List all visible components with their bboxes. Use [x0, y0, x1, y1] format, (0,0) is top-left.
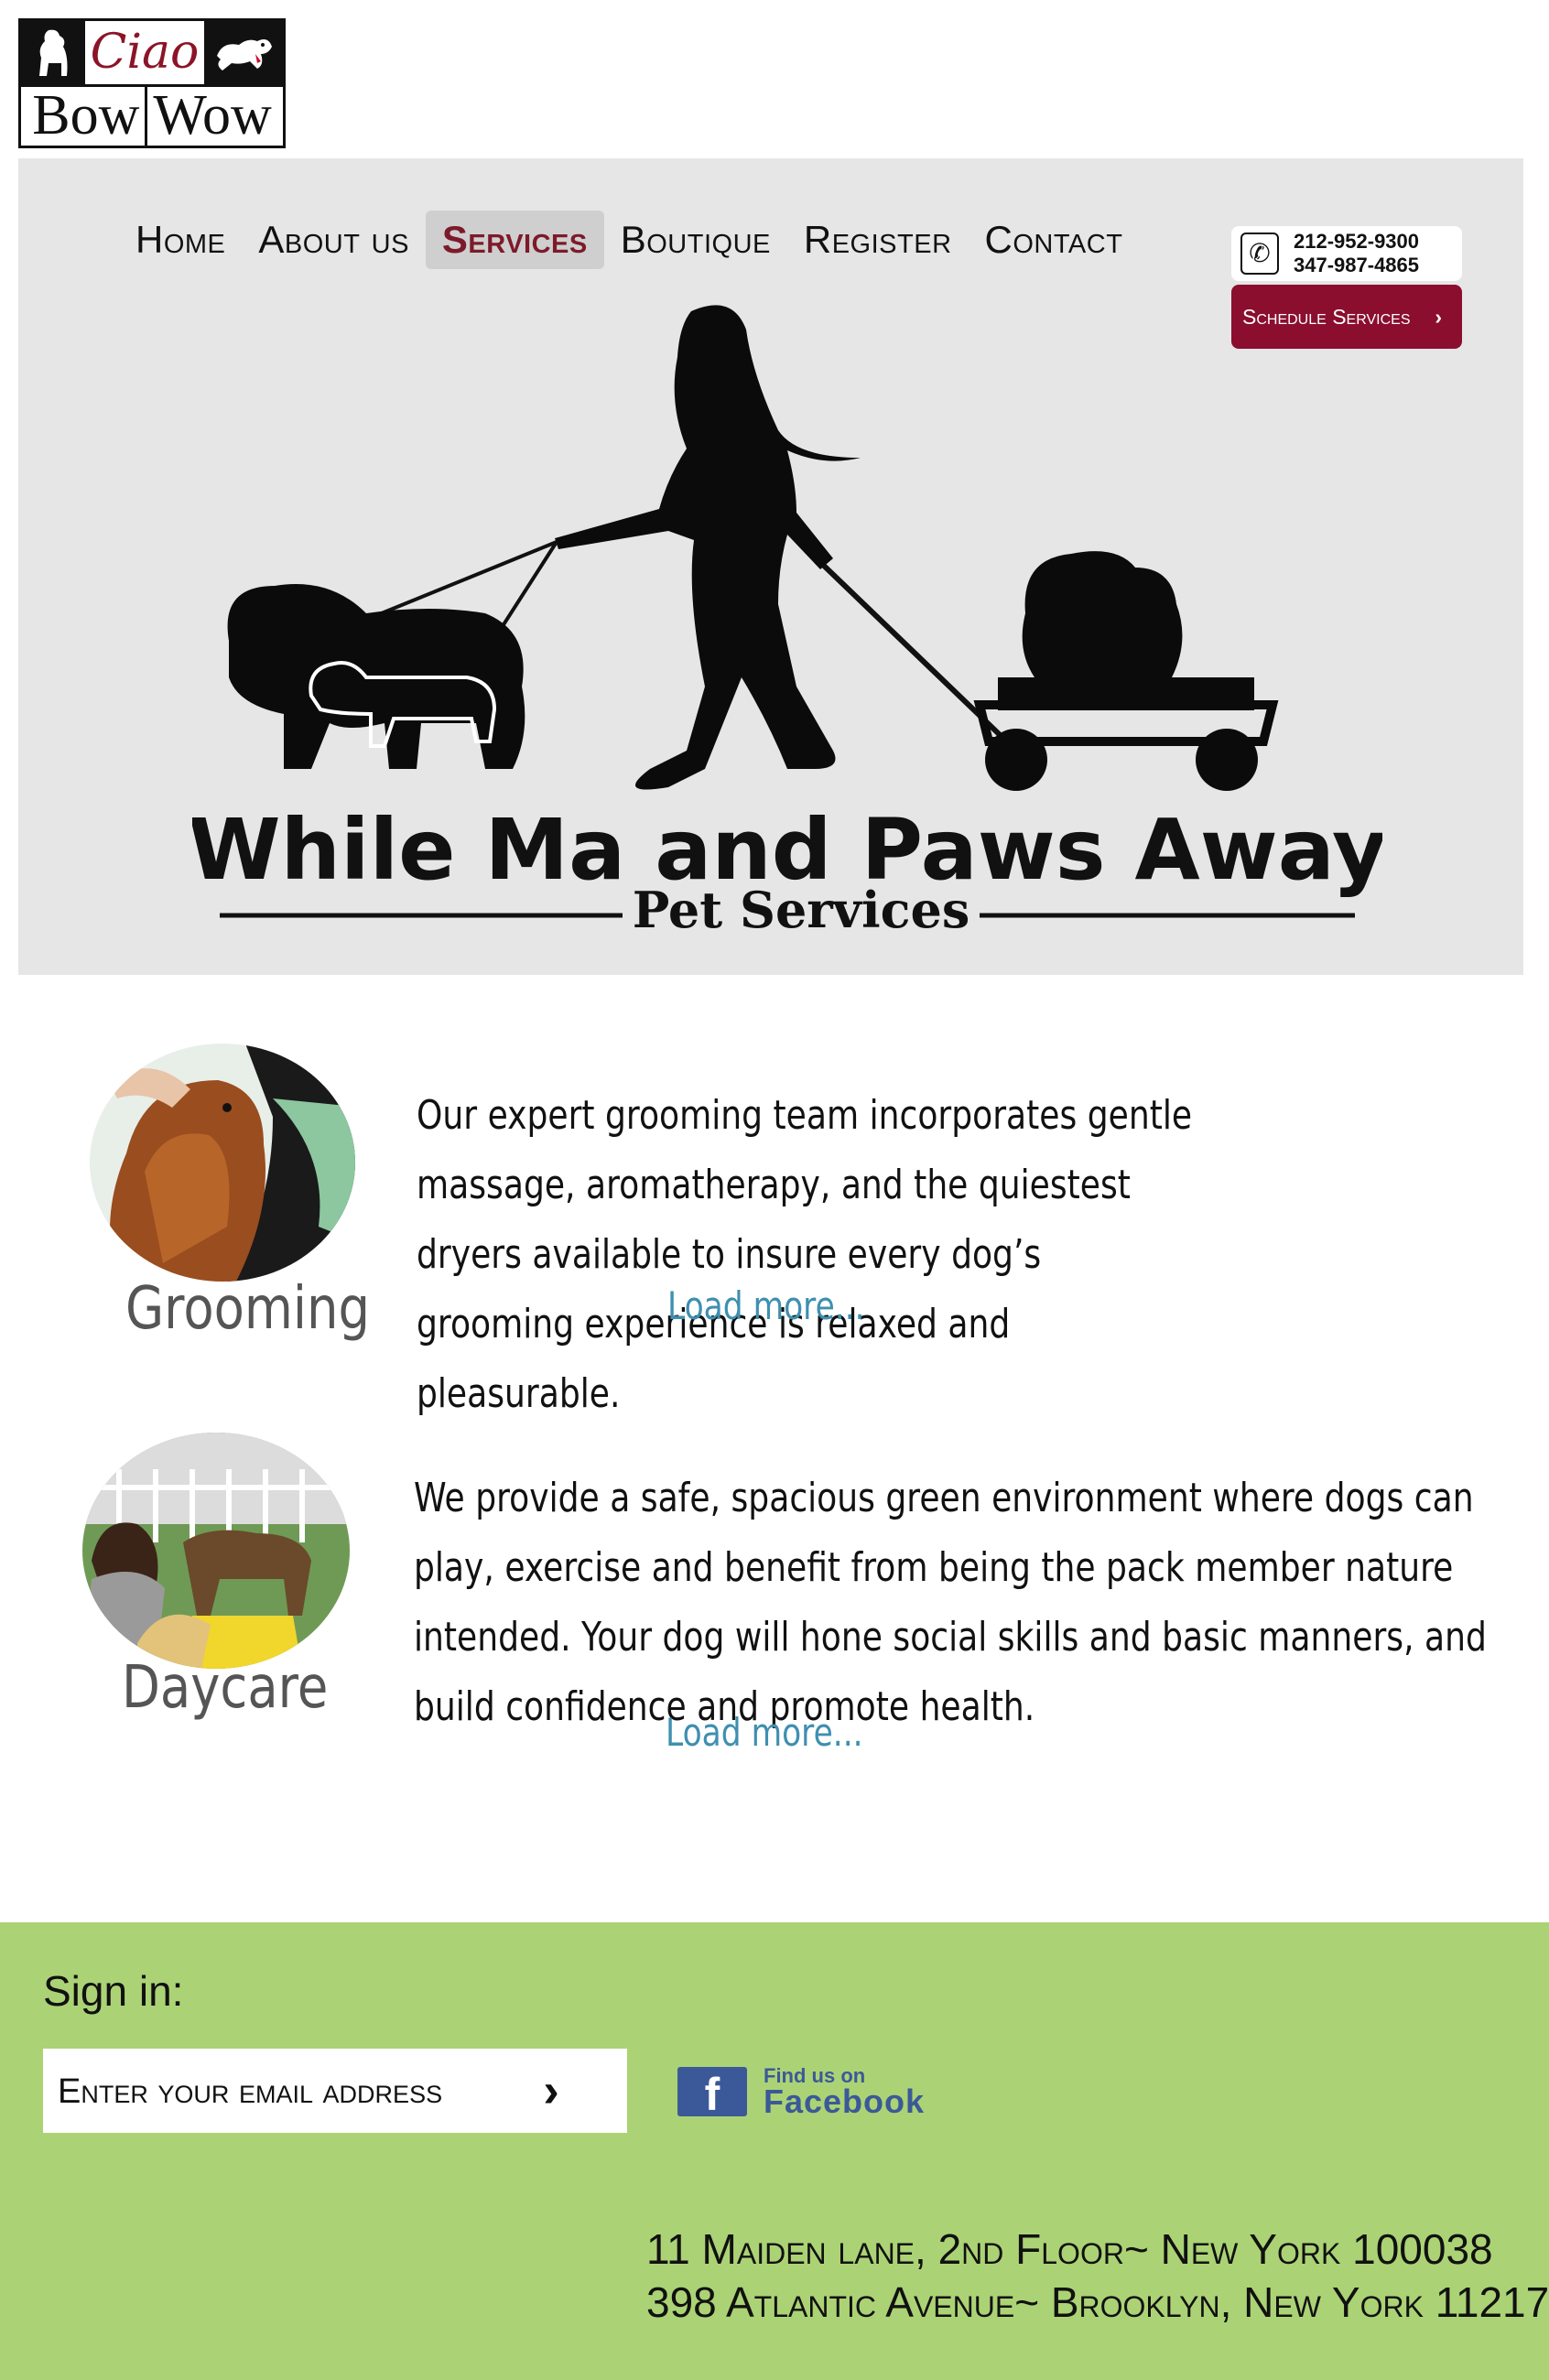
dog-walker-illustration: While Ma and Paws Away Pet Services: [192, 305, 1382, 939]
nav-boutique[interactable]: Boutique: [604, 211, 787, 269]
chevron-right-icon: ›: [1435, 305, 1442, 329]
logo-bow-wow: Bow Wow: [32, 84, 272, 146]
facebook-icon: f: [677, 2067, 747, 2116]
nav-about-us[interactable]: About us: [242, 211, 426, 269]
dog-silhouette-icon: [21, 21, 85, 84]
daycare-load-more-link[interactable]: Load more...: [666, 1710, 863, 1755]
phone-number-2[interactable]: 347-987-4865: [1294, 254, 1419, 277]
daycare-title: Daycare: [122, 1654, 329, 1722]
site-logo[interactable]: Ciao Bow Wow: [18, 18, 286, 148]
nav-services[interactable]: Services: [425, 211, 604, 269]
grooming-description: Our expert grooming team incorporates ge…: [417, 1092, 1193, 1417]
phone-icon: ✆: [1240, 233, 1279, 275]
sign-in-label: Sign in:: [43, 1967, 184, 2015]
daycare-description: We provide a safe, spacious green enviro…: [414, 1475, 1487, 1730]
address-brooklyn: 398 Atlantic Avenue~ Brooklyn, New York …: [646, 2278, 1549, 2326]
dog-running-icon: [204, 21, 283, 84]
hero-subtitle: Pet Services: [633, 881, 970, 939]
address-manhattan: 11 Maiden lane, 2nd Floor~ New York 1000…: [646, 2225, 1493, 2273]
nav-home[interactable]: Home: [119, 211, 242, 269]
email-input[interactable]: [56, 2049, 536, 2135]
facebook-link[interactable]: f Find us on Facebook: [677, 2064, 925, 2119]
logo-ciao: Ciao: [90, 25, 200, 80]
phone-number-1[interactable]: 212-952-9300: [1294, 230, 1419, 254]
main-nav: Home About us Services Boutique Register…: [119, 211, 1139, 269]
nav-contact[interactable]: Contact: [969, 211, 1140, 269]
chevron-right-icon[interactable]: ›: [525, 2065, 577, 2116]
grooming-title: Grooming: [125, 1275, 371, 1343]
email-signin-form: ›: [43, 2049, 627, 2135]
nav-register[interactable]: Register: [787, 211, 969, 269]
grooming-photo: [90, 1044, 355, 1282]
phone-numbers: ✆ 212-952-9300 347-987-4865: [1231, 226, 1462, 281]
grooming-load-more-link[interactable]: Load more...: [667, 1283, 865, 1328]
facebook-label: Facebook: [764, 2082, 926, 2120]
daycare-photo: [82, 1433, 350, 1669]
